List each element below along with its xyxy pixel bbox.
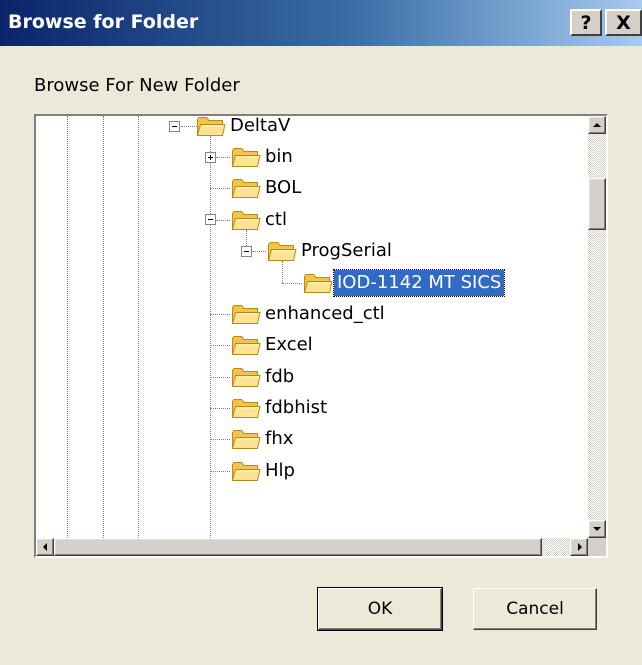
horizontal-scroll-thumb[interactable] [54,538,542,556]
arrow-left-icon [43,543,47,551]
tree-guide-line [67,116,68,538]
tree-connector [210,345,230,346]
scrollbar-corner [588,538,606,556]
scroll-down-button[interactable] [588,520,606,538]
tree-node-label[interactable]: Excel [262,332,316,358]
collapse-expander-icon[interactable] [241,246,252,257]
tree-guide-line [210,136,211,538]
tree-connector [210,377,230,378]
arrow-up-icon [593,123,601,127]
folder-icon [231,396,261,420]
folder-icon [231,427,261,451]
horizontal-scrollbar[interactable] [36,538,588,556]
arrow-right-icon [578,543,582,551]
tree-connector [216,157,230,158]
tree-content[interactable]: DeltaV bin BOL ctl ProgSerial IOD-1142 M… [36,116,588,538]
tree-connector [210,314,230,315]
folder-icon [231,459,261,483]
cancel-button[interactable]: Cancel [473,588,597,630]
folder-icon [231,302,261,326]
folder-icon [231,333,261,357]
tree-node-label[interactable]: BOL [262,175,304,201]
tree-connector [210,439,230,440]
tree-connector [210,188,230,189]
expand-expander-icon[interactable] [205,152,216,163]
tree-connector [252,251,266,252]
tree-guide-line [103,116,104,538]
tree-node-label[interactable]: bin [262,144,296,170]
tree-node-label[interactable]: fhx [262,426,296,452]
tree-guide-line [138,116,139,538]
tree-connector [216,220,230,221]
tree-node-label[interactable]: Hlp [262,458,298,484]
tree-node-label[interactable]: ProgSerial [298,238,395,264]
tree-connector [210,471,230,472]
folder-tree-view[interactable]: DeltaV bin BOL ctl ProgSerial IOD-1142 M… [34,114,608,558]
tree-node-label-selected[interactable]: IOD-1142 MT SICS [332,269,506,297]
tree-connector [181,126,197,127]
dialog-prompt: Browse For New Folder [34,75,240,96]
folder-icon [303,271,333,295]
tree-node-label[interactable]: fdb [262,364,297,390]
folder-icon [231,145,261,169]
vertical-scrollbar[interactable] [588,116,606,538]
folder-icon [267,239,297,263]
collapse-expander-icon[interactable] [169,121,180,132]
folder-icon [231,208,261,232]
vertical-scroll-thumb[interactable] [588,178,606,230]
tree-node-label[interactable]: ctl [262,207,290,233]
window-title: Browse for Folder [8,11,199,33]
scroll-left-button[interactable] [36,538,54,556]
folder-icon [196,116,226,138]
arrow-down-icon [593,527,601,531]
close-button[interactable]: X [605,9,642,36]
tree-guide-line [282,261,283,283]
tree-connector [210,408,230,409]
scroll-up-button[interactable] [588,116,606,134]
ok-button[interactable]: OK [317,587,443,631]
folder-icon [231,365,261,389]
tree-node-label[interactable]: enhanced_ctl [262,301,388,327]
folder-icon [231,176,261,200]
browse-for-folder-dialog: { "window": { "title": "Browse for Folde… [0,0,642,665]
collapse-expander-icon[interactable] [205,214,216,225]
title-bar[interactable]: Browse for Folder ? X [0,0,642,46]
help-button[interactable]: ? [570,9,602,36]
tree-node-label[interactable]: DeltaV [227,116,293,139]
tree-connector [282,283,302,284]
tree-node-label[interactable]: fdbhist [262,395,330,421]
scroll-right-button[interactable] [570,538,588,556]
